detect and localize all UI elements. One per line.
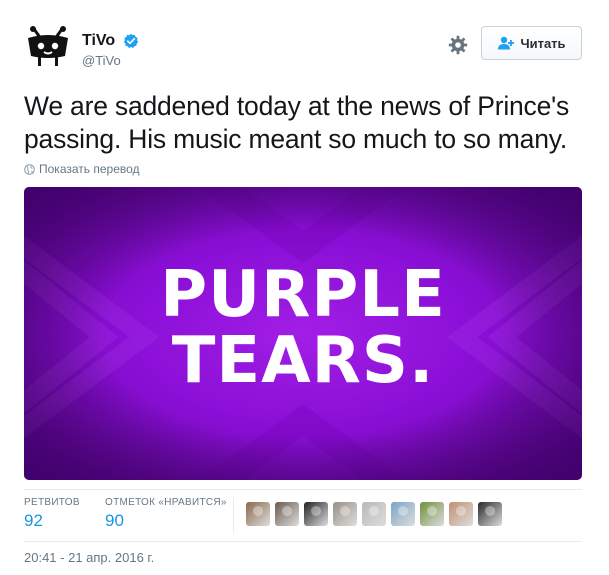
- show-translation-link[interactable]: Показать перевод: [24, 162, 140, 176]
- tweet-header: TiVo @TiVo Читать: [0, 0, 609, 80]
- liker-avatar-9[interactable]: [478, 502, 502, 526]
- avatar-silhouette: [282, 506, 292, 516]
- avatar-silhouette: [456, 506, 466, 516]
- gear-icon[interactable]: [448, 35, 468, 55]
- tweet-timestamp[interactable]: 20:41 - 21 апр. 2016 г.: [24, 550, 154, 565]
- tivo-logo-icon[interactable]: [24, 26, 72, 74]
- liker-avatar-3[interactable]: [304, 502, 328, 526]
- liker-avatar-1[interactable]: [246, 502, 270, 526]
- author-block: TiVo @TiVo: [82, 32, 139, 68]
- tweet-media-image[interactable]: PURPLE TEARS.: [24, 187, 582, 480]
- globe-icon: [24, 163, 35, 175]
- liker-avatar-7[interactable]: [420, 502, 444, 526]
- likes-label: ОТМЕТОК «НРАВИТСЯ»: [105, 497, 227, 508]
- media-text-line-1: PURPLE: [160, 258, 446, 332]
- avatar-silhouette: [311, 506, 321, 516]
- verified-badge-icon: [123, 33, 139, 49]
- stats-separator: [233, 497, 234, 533]
- retweets-stat[interactable]: РЕТВИТОВ 92: [24, 497, 80, 531]
- liker-avatar-5[interactable]: [362, 502, 386, 526]
- follow-button[interactable]: Читать: [481, 26, 582, 60]
- retweets-label: РЕТВИТОВ: [24, 497, 80, 508]
- liker-avatar-4[interactable]: [333, 502, 357, 526]
- add-user-icon: [497, 36, 515, 50]
- author-handle[interactable]: @TiVo: [82, 53, 139, 68]
- avatar-silhouette: [253, 506, 263, 516]
- avatar-silhouette: [485, 506, 495, 516]
- divider-bottom: [24, 541, 582, 542]
- avatar-silhouette: [369, 506, 379, 516]
- avatar-silhouette: [398, 506, 408, 516]
- divider-top: [24, 489, 582, 490]
- liker-avatar-2[interactable]: [275, 502, 299, 526]
- tweet-text: We are saddened today at the news of Pri…: [24, 91, 570, 154]
- avatar-silhouette: [427, 506, 437, 516]
- retweets-count[interactable]: 92: [24, 511, 80, 531]
- likes-stat[interactable]: ОТМЕТОК «НРАВИТСЯ» 90: [105, 497, 227, 531]
- media-text-line-2: TEARS.: [171, 324, 435, 398]
- liker-avatar-6[interactable]: [391, 502, 415, 526]
- author-display-name[interactable]: TiVo: [82, 32, 115, 50]
- avatar-silhouette: [340, 506, 350, 516]
- liker-avatar-8[interactable]: [449, 502, 473, 526]
- follow-button-label: Читать: [520, 35, 566, 51]
- show-translation-label: Показать перевод: [39, 162, 140, 176]
- likes-count[interactable]: 90: [105, 511, 227, 531]
